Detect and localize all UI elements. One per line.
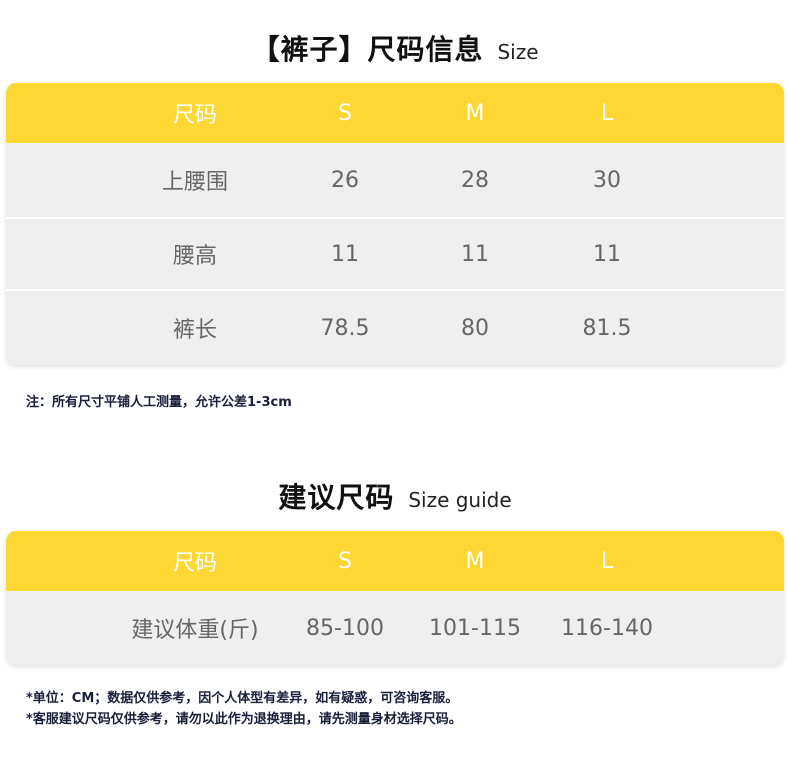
- table-cell: 26: [331, 167, 359, 193]
- table-cell: 101-115: [429, 615, 521, 641]
- table-row: 建议体重(斤) 85-100 101-115 116-140: [6, 591, 784, 665]
- size-info-subtitle: Size: [497, 40, 539, 64]
- table-cell: 28: [461, 167, 489, 193]
- table-cell: 30: [593, 167, 621, 193]
- size-info-heading: 【裤子】尺码信息 Size: [0, 28, 790, 68]
- header-cell-s: S: [338, 548, 352, 574]
- table-cell: 11: [593, 241, 621, 267]
- disclaimer-notes: *单位：CM；数据仅供参考，因个人体型有差异，如有疑惑，可咨询客服。 *客服建议…: [26, 688, 462, 730]
- header-cell-size: 尺码: [172, 551, 217, 576]
- table-cell: 81.5: [582, 315, 632, 341]
- disclaimer-line: *单位：CM；数据仅供参考，因个人体型有差异，如有疑惑，可咨询客服。: [26, 691, 459, 706]
- table-row: 腰高 11 11 11: [6, 217, 784, 289]
- table-row: 上腰围 26 28 30: [6, 143, 784, 217]
- row-label: 裤长: [172, 318, 217, 343]
- header-cell-m: M: [465, 548, 485, 574]
- header-cell-l: L: [600, 548, 614, 574]
- row-label: 腰高: [172, 244, 217, 269]
- size-guide-subtitle: Size guide: [408, 488, 512, 512]
- row-label: 建议体重(斤): [131, 618, 259, 643]
- table-row: 裤长 78.5 80 81.5: [6, 289, 784, 365]
- table-header-row: 尺码 S M L: [6, 83, 784, 143]
- table-cell: 11: [331, 241, 359, 267]
- header-cell-s: S: [338, 100, 352, 126]
- measurement-note: 注：所有尺寸平铺人工测量，允许公差1-3cm: [26, 395, 292, 410]
- header-cell-size: 尺码: [172, 103, 217, 128]
- disclaimer-line: *客服建议尺码仅供参考，请勿以此作为退换理由，请先测量身材选择尺码。: [26, 712, 462, 727]
- table-cell: 11: [461, 241, 489, 267]
- size-guide-title: 建议尺码: [278, 481, 395, 514]
- table-cell: 85-100: [306, 615, 384, 641]
- header-cell-m: M: [465, 100, 485, 126]
- table-header-row: 尺码 S M L: [6, 531, 784, 591]
- size-guide-heading: 建议尺码 Size guide: [0, 476, 790, 516]
- size-guide-table: 尺码 S M L 建议体重(斤) 85-100 101-115 116-140: [6, 531, 784, 665]
- row-label: 上腰围: [161, 170, 228, 195]
- table-cell: 78.5: [320, 315, 370, 341]
- header-cell-l: L: [600, 100, 614, 126]
- table-cell: 80: [461, 315, 489, 341]
- size-info-title: 【裤子】尺码信息: [251, 33, 484, 66]
- size-info-table: 尺码 S M L 上腰围 26 28 30 腰高 11 11 11 裤长 78.…: [6, 83, 784, 365]
- table-cell: 116-140: [561, 615, 653, 641]
